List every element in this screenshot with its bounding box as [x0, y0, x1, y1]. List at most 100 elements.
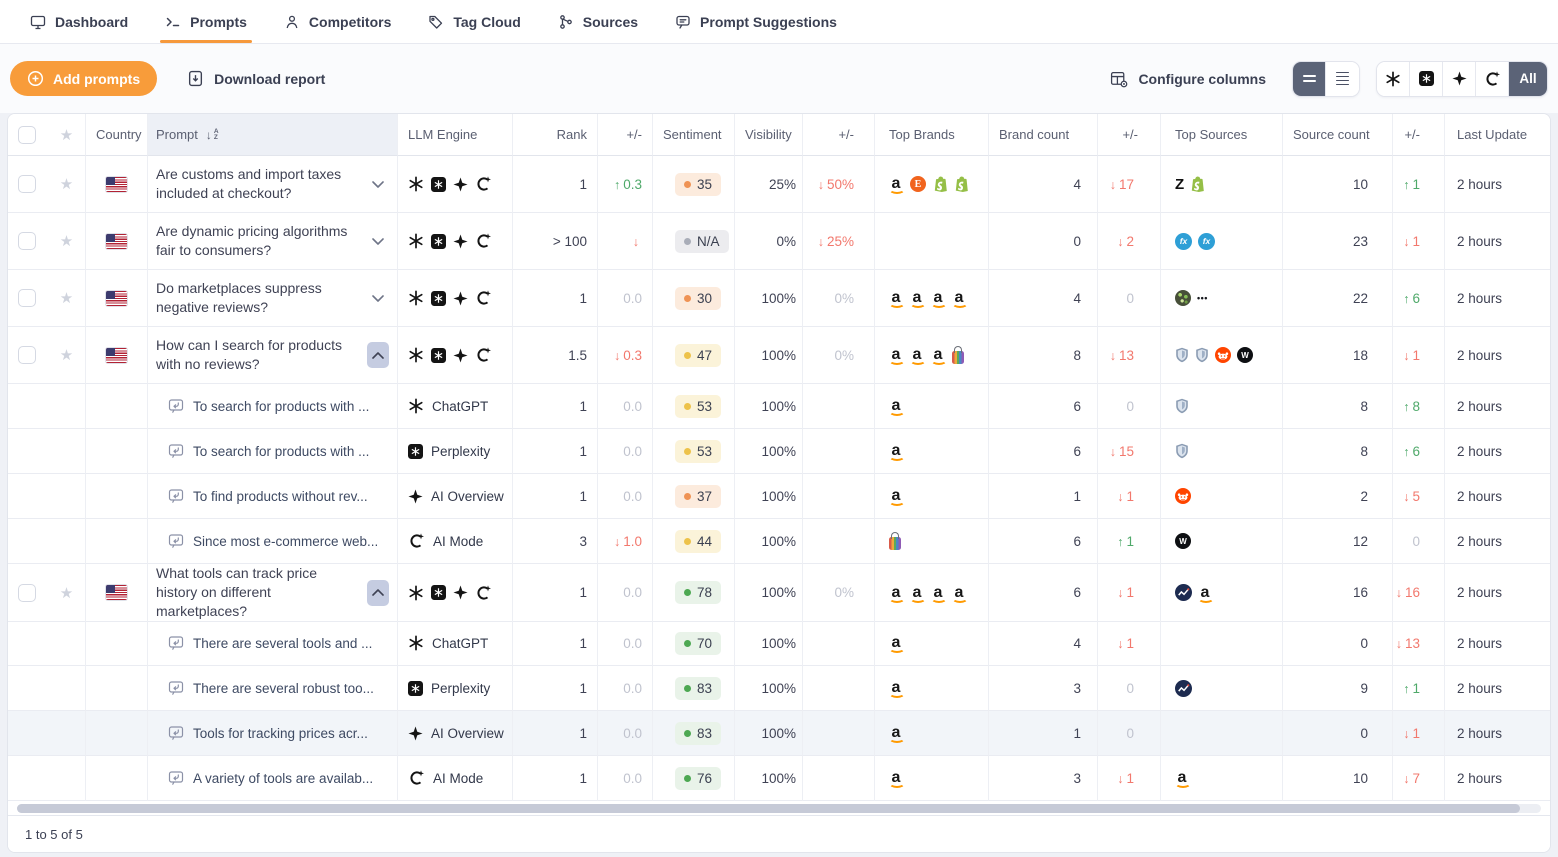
cell-rank: 1 [513, 474, 598, 519]
select-all-checkbox[interactable] [18, 126, 36, 144]
header-source-count: Source count [1283, 114, 1393, 156]
reply-icon [168, 398, 184, 414]
tab-dashboard[interactable]: Dashboard [30, 0, 128, 43]
favorite-star-icon[interactable]: ★ [60, 584, 73, 602]
prompt-text[interactable]: What tools can track price history on di… [156, 564, 358, 621]
response-text[interactable]: Since most e-commerce web... [193, 534, 378, 549]
header-label: Prompt [156, 127, 198, 142]
density-comfortable-button[interactable] [1326, 62, 1359, 96]
expand-row-button[interactable] [367, 228, 389, 254]
rank-value: 1 [579, 177, 587, 192]
configure-columns-button[interactable]: Configure columns [1110, 70, 1266, 88]
cell-last-update: 2 hours [1445, 756, 1550, 801]
prompt-text[interactable]: Are dynamic pricing algorithms fair to c… [156, 222, 358, 260]
prompt-text[interactable]: Are customs and import taxes included at… [156, 165, 358, 203]
download-report-button[interactable]: Download report [187, 70, 325, 87]
favorite-star-icon[interactable]: ★ [60, 346, 73, 364]
cell-brand-count: 6 [989, 564, 1098, 622]
cell-rank: 1 [513, 711, 598, 756]
engine-filter-aioverview[interactable] [1443, 62, 1476, 96]
arrow-down-icon: ↓ [1403, 349, 1409, 363]
cell-country [86, 327, 148, 384]
favorite-star-icon[interactable]: ★ [60, 289, 73, 307]
header-prompt[interactable]: Prompt ↓AZ [148, 114, 398, 156]
cell-brand-count-change: 0 [1098, 666, 1161, 711]
response-text[interactable]: To search for products with ... [193, 444, 369, 459]
bag-icon [952, 346, 964, 364]
tab-prompt-suggestions[interactable]: Prompt Suggestions [675, 0, 837, 43]
engine-name: AI Mode [433, 534, 483, 549]
response-text[interactable]: A variety of tools are availab... [193, 771, 373, 786]
reply-icon [168, 770, 184, 786]
engine-filter-perplexity[interactable] [1410, 62, 1443, 96]
cell-top-brands: aaaa [875, 270, 989, 327]
engine-filter-chatgpt[interactable] [1377, 62, 1410, 96]
cell-favorite: ★ [48, 213, 86, 270]
arrow-down-icon: ↓ [1117, 772, 1123, 786]
brand-count-value: 1 [1073, 489, 1081, 504]
sort-az-icon[interactable]: ↓AZ [206, 128, 219, 142]
expand-row-button[interactable] [367, 285, 389, 311]
amazon-icon: a [889, 678, 903, 698]
row-checkbox[interactable] [18, 232, 36, 250]
row-checkbox[interactable] [18, 289, 36, 307]
response-text[interactable]: There are several robust too... [193, 681, 374, 696]
favorite-star-icon[interactable]: ★ [60, 126, 73, 144]
favorite-star-icon[interactable]: ★ [60, 175, 73, 193]
configure-columns-icon [1110, 70, 1128, 88]
tab-sources[interactable]: Sources [558, 0, 638, 43]
engine-filter-all[interactable]: All [1509, 62, 1547, 96]
tab-prompts[interactable]: Prompts [165, 0, 247, 43]
tab-label: Prompts [190, 14, 247, 30]
header-select [8, 114, 48, 156]
cell-engine: AI Mode [398, 756, 513, 801]
perplexity-icon [1419, 71, 1434, 86]
arrow-up-icon: ↑ [1403, 292, 1409, 306]
favorite-star-icon[interactable]: ★ [60, 232, 73, 250]
row-checkbox[interactable] [18, 346, 36, 364]
tab-competitors[interactable]: Competitors [284, 0, 391, 43]
arrow-down-icon: ↓ [1403, 235, 1409, 249]
change-value: 0 [1126, 399, 1134, 414]
response-text[interactable]: Tools for tracking prices acr... [193, 726, 368, 741]
density-compact-button[interactable] [1293, 62, 1326, 96]
reply-icon [168, 725, 184, 741]
sentiment-dot-icon [684, 538, 691, 545]
table-row: ★ Are dynamic pricing algorithms fair to … [8, 213, 1550, 270]
tab-tag-cloud[interactable]: Tag Cloud [428, 0, 520, 43]
row-checkbox[interactable] [18, 175, 36, 193]
amazon-icon: a [931, 583, 945, 603]
collapse-row-button[interactable] [367, 342, 389, 368]
response-text[interactable]: To find products without rev... [193, 489, 368, 504]
change-value: 0 [1412, 534, 1420, 549]
prompt-text[interactable]: Do marketplaces suppress negative review… [156, 279, 358, 317]
cell-prompt: To search for products with ... [148, 429, 398, 474]
cell-rank-change: ↓0.3 [598, 327, 653, 384]
response-text[interactable]: To search for products with ... [193, 399, 369, 414]
sentiment-badge: 76 [675, 767, 721, 790]
perplexity-icon [431, 348, 446, 363]
change-value: ↑0.3 [614, 177, 642, 192]
cell-top-brands: aE [875, 156, 989, 213]
scrollbar-track[interactable] [17, 804, 1541, 813]
cell-select [8, 621, 48, 666]
add-prompts-button[interactable]: Add prompts [10, 61, 157, 96]
cell-favorite: ★ [48, 564, 86, 622]
header-label: Top Sources [1175, 127, 1247, 142]
arrow-down-icon: ↓ [1403, 772, 1409, 786]
header-label: +/- [626, 127, 642, 142]
terminal-icon [165, 14, 181, 30]
change-value: ↓1 [1403, 234, 1420, 249]
engine-filter-aimode[interactable] [1476, 62, 1509, 96]
horizontal-scrollbar[interactable] [8, 801, 1550, 815]
cell-brand-count-change: ↓1 [1098, 564, 1161, 622]
flag-us-icon [106, 585, 127, 600]
response-text[interactable]: There are several tools and ... [193, 636, 372, 651]
cell-favorite [48, 429, 86, 474]
row-checkbox[interactable] [18, 584, 36, 602]
prompt-text[interactable]: How can I search for products with no re… [156, 336, 358, 374]
collapse-row-button[interactable] [367, 580, 389, 606]
cell-visibility-change: 0% [803, 270, 875, 327]
expand-row-button[interactable] [367, 171, 389, 197]
scrollbar-thumb[interactable] [17, 804, 1520, 813]
